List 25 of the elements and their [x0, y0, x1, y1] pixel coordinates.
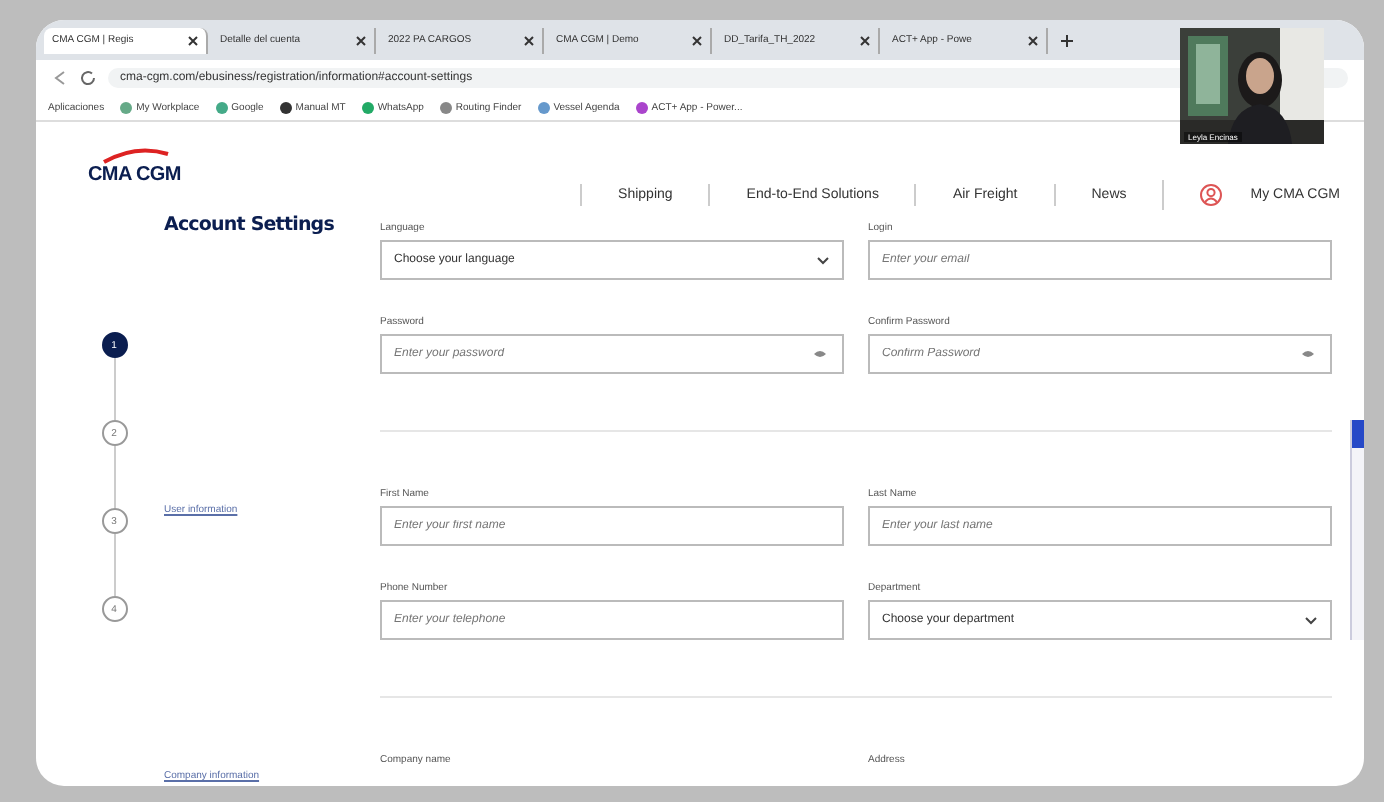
reload-icon — [80, 69, 96, 85]
close-icon — [692, 35, 702, 45]
page-title: Account Settings — [164, 214, 336, 240]
eye-icon — [812, 348, 828, 360]
bookmark-icon — [361, 101, 374, 113]
close-icon — [1028, 35, 1038, 45]
close-icon — [860, 35, 870, 45]
feedback-tab[interactable] — [1350, 420, 1364, 640]
logo-swoosh-icon — [100, 147, 172, 163]
bookmark-icon — [279, 101, 292, 113]
eye-icon — [1300, 348, 1316, 360]
close-icon — [188, 35, 198, 45]
close-icon — [524, 35, 534, 45]
bookmark-icon — [120, 101, 133, 113]
bookmark-icon — [635, 101, 648, 113]
close-icon — [356, 35, 366, 45]
back-icon — [52, 69, 68, 85]
user-icon — [1200, 184, 1223, 206]
chevron-down-icon — [1304, 615, 1318, 625]
plus-icon[interactable] — [1060, 33, 1074, 47]
bookmark-icon — [537, 101, 550, 113]
site-logo[interactable]: CMA CGM — [88, 163, 181, 185]
chevron-down-icon — [816, 255, 830, 265]
bookmark-icon — [215, 101, 228, 113]
bookmark-icon — [439, 101, 452, 113]
